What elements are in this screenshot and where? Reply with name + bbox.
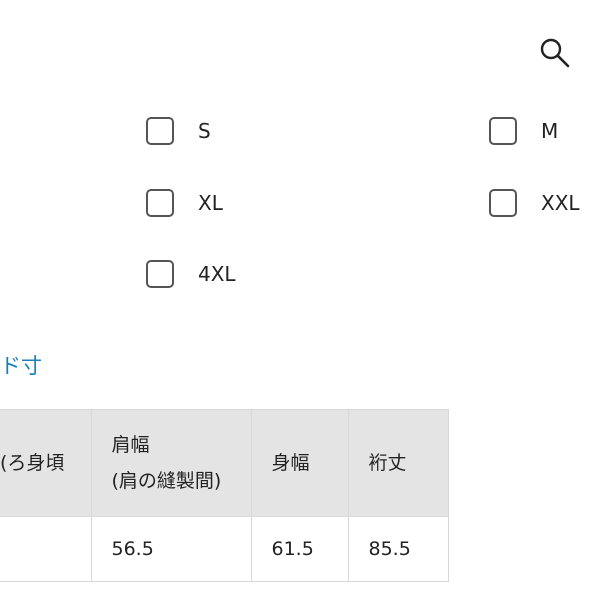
page: S M XL XXL 4XL ド寸 ろ身頃) 肩幅 (肩の縫製間) 身幅 裄丈 … <box>0 0 608 608</box>
size-label-m: M <box>541 119 559 143</box>
table-header-row: ろ身頃) 肩幅 (肩の縫製間) 身幅 裄丈 <box>0 409 449 517</box>
cell-shoulder-width: 56.5 <box>90 516 252 582</box>
size-label-4xl: 4XL <box>198 262 236 286</box>
header-back-body-label: ろ身頃) <box>0 452 65 474</box>
size-checkbox-4xl[interactable] <box>146 260 174 288</box>
header-back-body: ろ身頃) <box>0 409 92 517</box>
size-option-m[interactable]: M <box>489 113 558 149</box>
cell-sleeve-length: 85.5 <box>347 516 449 582</box>
header-shoulder-line1: 肩幅 <box>111 434 150 456</box>
size-option-xl[interactable]: XL <box>146 185 223 221</box>
search-button[interactable] <box>538 36 572 70</box>
search-icon <box>540 38 570 68</box>
size-checkbox-xxl[interactable] <box>489 189 517 217</box>
size-label-xl: XL <box>198 191 223 215</box>
header-shoulder-line2: (肩の縫製間) <box>111 470 222 492</box>
table-row: 56.5 61.5 85.5 <box>0 516 449 582</box>
size-checkbox-m[interactable] <box>489 117 517 145</box>
cell-back-body <box>0 516 92 582</box>
size-checkbox-s[interactable] <box>146 117 174 145</box>
header-body-width: 身幅 <box>250 409 349 517</box>
size-label-xxl: XXL <box>541 191 580 215</box>
header-sleeve-length: 裄丈 <box>347 409 449 517</box>
cell-body-width: 61.5 <box>250 516 349 582</box>
size-option-s[interactable]: S <box>146 113 211 149</box>
size-checkbox-xl[interactable] <box>146 189 174 217</box>
header-shoulder-width: 肩幅 (肩の縫製間) <box>90 409 252 517</box>
size-chart-link[interactable]: ド寸 <box>0 350 42 380</box>
size-option-xxl[interactable]: XXL <box>489 185 580 221</box>
size-label-s: S <box>198 119 211 143</box>
size-option-4xl[interactable]: 4XL <box>146 256 236 292</box>
size-table: ろ身頃) 肩幅 (肩の縫製間) 身幅 裄丈 56.5 61.5 85.5 <box>0 409 449 582</box>
